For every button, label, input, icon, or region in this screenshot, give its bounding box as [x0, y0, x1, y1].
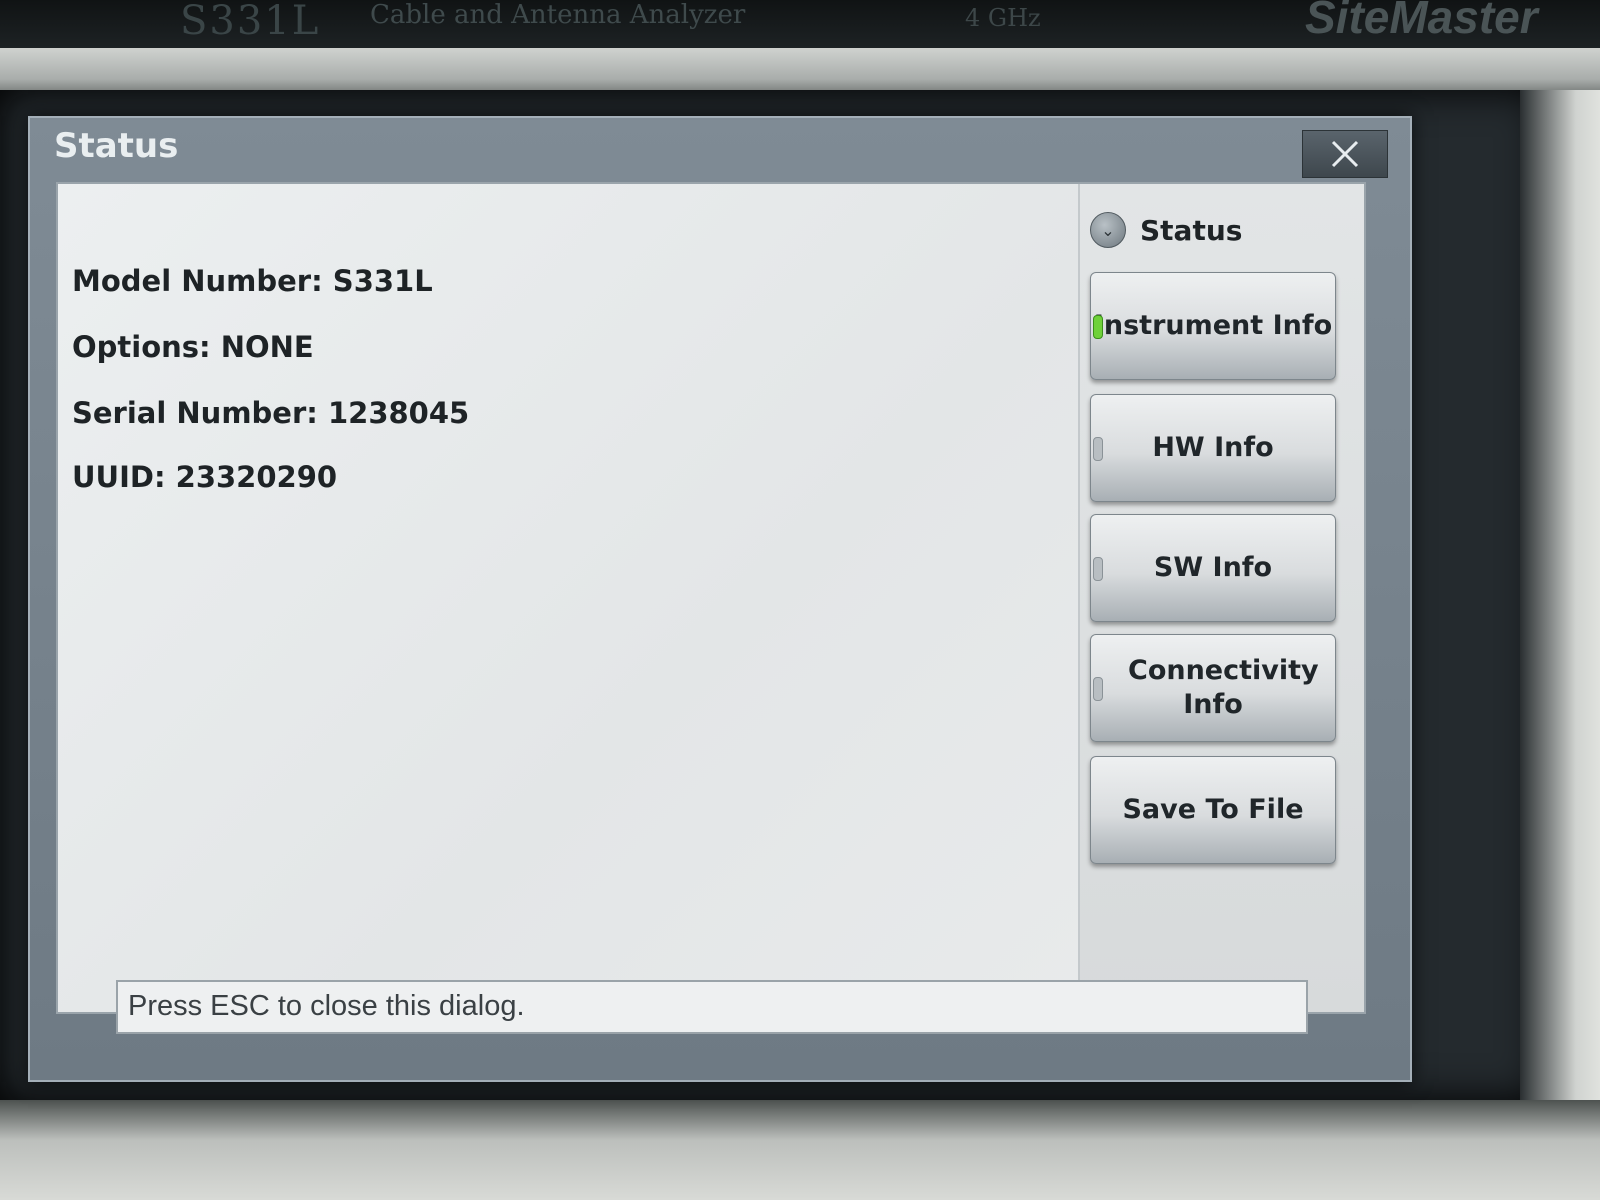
hw-info-button[interactable]: HW Info: [1090, 394, 1336, 502]
device-frequency: 4 GHz: [965, 4, 1041, 32]
save-to-file-label: Save To File: [1122, 794, 1304, 825]
side-menu-header[interactable]: ⌄ Status: [1090, 210, 1242, 250]
dialog-content: Model Number: S331L Options: NONE Serial…: [56, 182, 1366, 1014]
dialog-titlebar: Status: [30, 118, 1410, 182]
device-brand-logo: SiteMaster: [1305, 0, 1538, 43]
instrument-info-label: Instrument Info: [1093, 310, 1333, 341]
inactive-indicator-icon: [1093, 557, 1103, 581]
instrument-info-panel: Model Number: S331L Options: NONE Serial…: [58, 184, 1080, 1012]
dialog-title: Status: [54, 126, 179, 166]
inactive-indicator-icon: [1093, 437, 1103, 461]
device-bezel-bottom: [0, 1100, 1600, 1200]
connectivity-info-button[interactable]: Connectivity Info: [1090, 634, 1336, 742]
side-menu: ⌄ Status Instrument Info HW Info SW Info…: [1080, 184, 1364, 1012]
save-to-file-button[interactable]: Save To File: [1090, 756, 1336, 864]
uuid-text: UUID: 23320290: [72, 460, 338, 494]
side-menu-title: Status: [1140, 213, 1243, 247]
connectivity-info-label: Connectivity Info: [1128, 655, 1319, 720]
device-bezel-right: [1520, 90, 1600, 1100]
close-button[interactable]: [1302, 130, 1388, 178]
close-icon: [1331, 140, 1359, 168]
device-model-label: S331L: [180, 0, 321, 44]
sw-info-button[interactable]: SW Info: [1090, 514, 1336, 622]
status-message: Press ESC to close this dialog.: [128, 990, 525, 1022]
status-dialog: Status Model Number: S331L Options: NONE…: [28, 116, 1412, 1082]
options-text: Options: NONE: [72, 330, 314, 364]
status-bar: Press ESC to close this dialog.: [116, 980, 1308, 1034]
sw-info-label: SW Info: [1153, 552, 1273, 583]
inactive-indicator-icon: [1093, 677, 1103, 701]
chevron-down-icon: ⌄: [1090, 212, 1126, 248]
serial-number-text: Serial Number: 1238045: [72, 396, 470, 430]
device-bezel-top: S331L Cable and Antenna Analyzer 4 GHz S…: [0, 0, 1600, 48]
instrument-info-button[interactable]: Instrument Info: [1090, 272, 1336, 380]
model-number-text: Model Number: S331L: [72, 264, 433, 298]
active-indicator-icon: [1093, 315, 1103, 339]
device-subtitle: Cable and Antenna Analyzer: [370, 0, 746, 30]
hw-info-label: HW Info: [1152, 432, 1274, 463]
